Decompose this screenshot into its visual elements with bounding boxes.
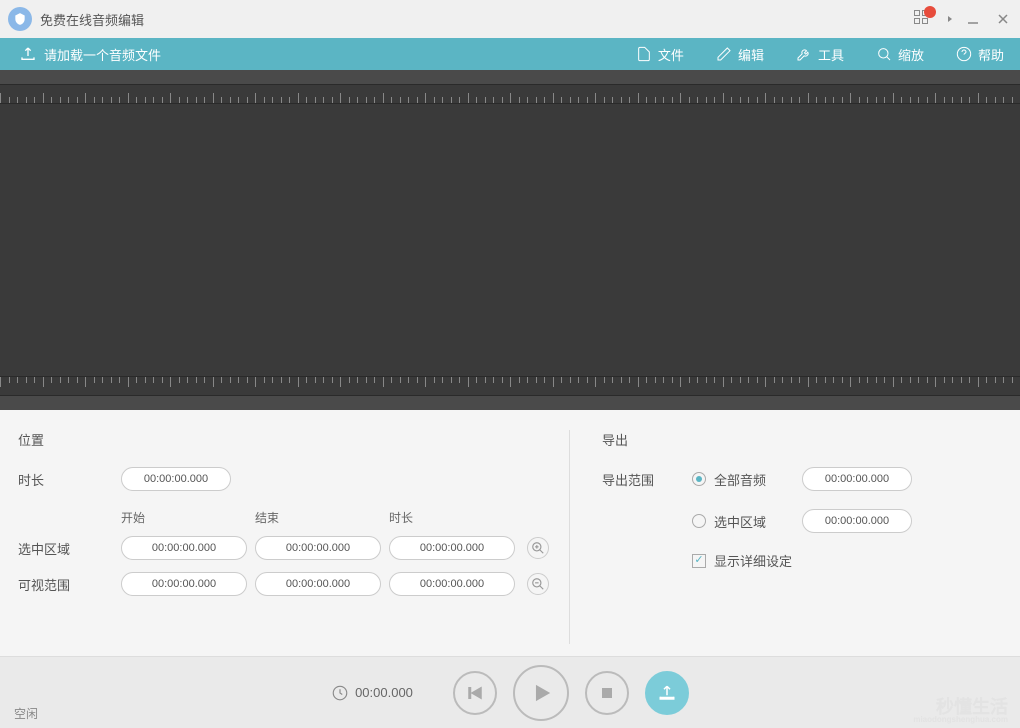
start-header: 开始: [121, 509, 247, 526]
playback-bar: 00:00.000 空闲 秒懂生活 miaodongshenghua.com: [0, 656, 1020, 728]
app-title: 免费在线音频编辑: [40, 10, 914, 29]
app-icon: [8, 7, 32, 31]
file-menu[interactable]: 文件: [620, 38, 700, 70]
waveform-area: [0, 70, 1020, 410]
minimize-button[interactable]: [964, 10, 982, 28]
stop-button[interactable]: [585, 671, 629, 715]
zoom-menu[interactable]: 缩放: [860, 38, 940, 70]
export-panel: 导出 导出范围 全部音频 00:00:00.000 选中区域 00:00:00.…: [569, 430, 1002, 644]
play-button[interactable]: [513, 665, 569, 721]
checkbox-show-details-label: 显示详细设定: [714, 551, 792, 570]
waveform-canvas[interactable]: [0, 104, 1020, 376]
load-file-button[interactable]: 请加载一个音频文件: [10, 39, 171, 70]
waveform-strip-top: [0, 70, 1020, 84]
visible-length[interactable]: 00:00:00.000: [389, 572, 515, 596]
info-panel: 位置 时长 00:00:00.000 开始 结束 时长 选中区域 00:00:0…: [0, 410, 1020, 656]
selection-label: 选中区域: [18, 539, 113, 558]
ruler-top[interactable]: [0, 84, 1020, 104]
checkbox-show-details[interactable]: [692, 554, 706, 568]
radio-all-audio[interactable]: [692, 472, 706, 486]
radio-all-audio-label: 全部音频: [714, 470, 794, 489]
zoom-in-button[interactable]: [527, 537, 549, 559]
export-selected-time[interactable]: 00:00:00.000: [802, 509, 912, 533]
export-all-time[interactable]: 00:00:00.000: [802, 467, 912, 491]
duration-value[interactable]: 00:00:00.000: [121, 467, 231, 491]
visible-label: 可视范围: [18, 575, 113, 594]
notification-badge: [924, 6, 936, 18]
rewind-button[interactable]: [453, 671, 497, 715]
duration-label: 时长: [18, 470, 113, 489]
toolbar: 请加载一个音频文件 文件 编辑 工具 缩放 帮助: [0, 38, 1020, 70]
load-file-label: 请加载一个音频文件: [44, 45, 161, 64]
close-button[interactable]: [994, 10, 1012, 28]
end-header: 结束: [255, 509, 381, 526]
tools-menu[interactable]: 工具: [780, 38, 860, 70]
playback-time: 00:00.000: [331, 684, 413, 702]
radio-selected[interactable]: [692, 514, 706, 528]
radio-selected-label: 选中区域: [714, 512, 794, 531]
zoom-out-button[interactable]: [527, 573, 549, 595]
export-header: 导出: [602, 430, 1002, 449]
ruler-bottom[interactable]: [0, 376, 1020, 396]
length-header: 时长: [389, 509, 515, 526]
selection-length[interactable]: 00:00:00.000: [389, 536, 515, 560]
export-range-label: 导出范围: [602, 470, 682, 489]
export-button[interactable]: [645, 671, 689, 715]
caret-right-icon: [948, 16, 952, 22]
visible-end[interactable]: 00:00:00.000: [255, 572, 381, 596]
waveform-strip-bottom: [0, 396, 1020, 410]
watermark: 秒懂生活 miaodongshenghua.com: [913, 698, 1008, 724]
position-header: 位置: [18, 430, 549, 449]
edit-menu[interactable]: 编辑: [700, 38, 780, 70]
apps-icon[interactable]: [914, 10, 932, 28]
visible-start[interactable]: 00:00:00.000: [121, 572, 247, 596]
position-panel: 位置 时长 00:00:00.000 开始 结束 时长 选中区域 00:00:0…: [18, 430, 549, 644]
help-menu[interactable]: 帮助: [940, 38, 1020, 70]
selection-end[interactable]: 00:00:00.000: [255, 536, 381, 560]
title-bar: 免费在线音频编辑: [0, 0, 1020, 38]
selection-start[interactable]: 00:00:00.000: [121, 536, 247, 560]
status-text: 空闲: [14, 705, 38, 722]
